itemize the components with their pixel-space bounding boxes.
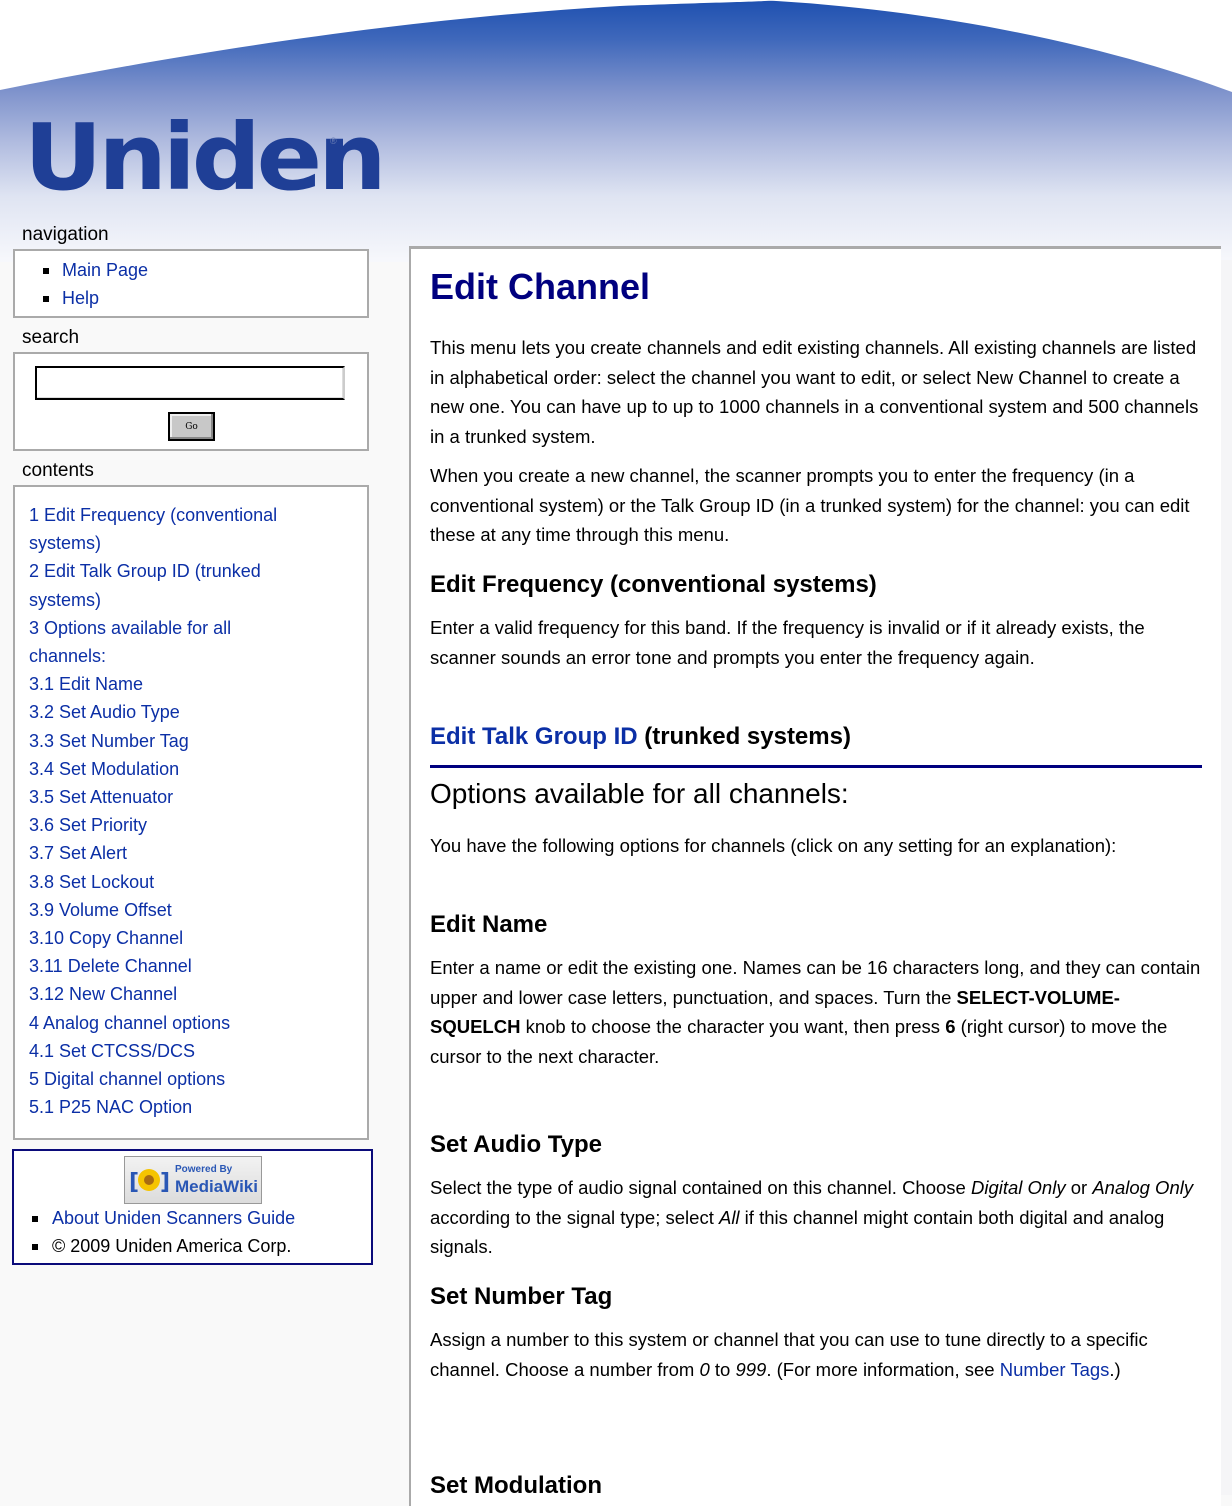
set-number-tag-body: Assign a number to this system or channe… — [430, 1325, 1205, 1384]
option-analog-only: Analog Only — [1092, 1177, 1194, 1198]
toc-item[interactable]: 5 Digital channel options — [29, 1065, 367, 1093]
nav-item-main-page[interactable]: Main Page — [15, 256, 367, 284]
toc-item[interactable]: 3.3 Set Number Tag — [29, 727, 367, 755]
options-body: You have the following options for chann… — [430, 835, 1117, 856]
toc-item[interactable]: 3.4 Set Modulation — [29, 755, 367, 783]
search-input[interactable] — [35, 366, 345, 400]
edit-talk-group-heading: Edit Talk Group ID (trunked systems) — [430, 723, 851, 751]
options-heading: Options available for all channels: — [430, 778, 849, 809]
navigation-title: navigation — [22, 224, 109, 245]
toc-item[interactable]: 2 Edit Talk Group ID (trunked — [29, 557, 367, 585]
go-button[interactable]: Go — [168, 412, 215, 441]
footer-portlet: [ ] Powered By MediaWiki About Uniden Sc… — [12, 1149, 373, 1265]
option-digital-only: Digital Only — [970, 1177, 1066, 1198]
set-number-tag-heading: Set Number Tag — [430, 1283, 613, 1310]
toc-item[interactable]: 4 Analog channel options — [29, 1009, 367, 1037]
svg-text:]: ] — [160, 1170, 169, 1195]
toc-item[interactable]: 3.7 Set Alert — [29, 839, 367, 867]
footer-item-about[interactable]: About Uniden Scanners Guide — [14, 1204, 371, 1232]
toc-item[interactable]: 3 Options available for all — [29, 614, 367, 642]
number-tag-text-3: . (For more information, see — [766, 1358, 1000, 1380]
footer-item-copyright: © 2009 Uniden America Corp. — [14, 1232, 371, 1260]
search-title: search — [22, 327, 80, 348]
section-divider — [430, 765, 1202, 768]
set-audio-type-heading: Set Audio Type — [430, 1131, 603, 1158]
set-audio-type-body: Select the type of audio signal containe… — [430, 1173, 1205, 1262]
number-tags-link[interactable]: Number Tags — [1000, 1359, 1110, 1380]
set-modulation-heading: Set Modulation — [430, 1472, 602, 1499]
edit-name-text-2: knob to choose the character you want, t… — [520, 1016, 946, 1038]
edit-talk-group-heading-rest: (trunked systems) — [637, 723, 851, 750]
edit-frequency-body: Enter a valid frequency for this band. I… — [430, 617, 1145, 668]
bullet-icon — [32, 1244, 38, 1250]
toc-item[interactable]: channels: — [29, 642, 367, 670]
right-margin — [1221, 260, 1232, 1495]
intro-paragraph-2: When you create a new channel, the scann… — [430, 465, 1190, 546]
bullet-icon — [43, 268, 49, 274]
edit-talk-group-link[interactable]: Edit Talk Group ID — [430, 723, 638, 750]
edit-name-body: Enter a name or edit the existing one. N… — [430, 953, 1205, 1071]
toc-item[interactable]: 3.12 New Channel — [29, 980, 367, 1008]
powered-by-mediawiki-badge[interactable]: [ ] Powered By MediaWiki — [124, 1156, 262, 1204]
navigation-portlet: Main Page Help — [13, 249, 369, 318]
edit-frequency-heading: Edit Frequency (conventional systems) — [430, 571, 877, 598]
nav-link-help[interactable]: Help — [62, 288, 99, 308]
bullet-icon — [43, 296, 49, 302]
toc-item[interactable]: 3.2 Set Audio Type — [29, 698, 367, 726]
toc-item[interactable]: 3.9 Volume Offset — [29, 896, 367, 924]
main-content: Edit Channel This menu lets you create c… — [409, 246, 1221, 1506]
uniden-logo[interactable]: Uniden — [24, 112, 387, 204]
key-name: 6 — [945, 1016, 956, 1038]
contents-title: contents — [22, 460, 94, 481]
toc-item[interactable]: 5.1 P25 NAC Option — [29, 1093, 367, 1121]
bullet-icon — [32, 1216, 38, 1222]
audio-text-3: according to the signal type; select — [430, 1206, 719, 1228]
sunflower-icon: [ ] — [129, 1160, 170, 1200]
number-tag-text-2: to — [709, 1358, 736, 1380]
badge-big-text: MediaWiki — [175, 1177, 258, 1196]
toc-item[interactable]: 3.8 Set Lockout — [29, 868, 367, 896]
number-min: 0 — [699, 1358, 710, 1380]
intro-paragraph-1: This menu lets you create channels and e… — [430, 337, 1199, 447]
svg-text:[: [ — [129, 1170, 139, 1195]
toc-item[interactable]: 3.10 Copy Channel — [29, 924, 367, 952]
registered-mark: ® — [330, 136, 337, 146]
nav-item-help[interactable]: Help — [15, 284, 367, 312]
toc-item[interactable]: 3.6 Set Priority — [29, 811, 367, 839]
contents-portlet: 1 Edit Frequency (conventional systems) … — [13, 485, 369, 1140]
toc-item[interactable]: 3.5 Set Attenuator — [29, 783, 367, 811]
header-banner: Uniden ® — [0, 0, 1232, 262]
badge-small-text: Powered By — [175, 1164, 233, 1175]
toc-item[interactable]: 3.1 Edit Name — [29, 670, 367, 698]
toc-item[interactable]: 3.11 Delete Channel — [29, 952, 367, 980]
audio-text-2: or — [1065, 1177, 1093, 1198]
number-max: 999 — [735, 1358, 767, 1380]
toc-item[interactable]: 4.1 Set CTCSS/DCS — [29, 1037, 367, 1065]
search-portlet: Go — [13, 352, 369, 451]
edit-name-heading: Edit Name — [430, 911, 548, 938]
copyright-text: © 2009 Uniden America Corp. — [52, 1236, 292, 1256]
number-tag-text-4: .) — [1109, 1358, 1121, 1380]
toc-item[interactable]: 1 Edit Frequency (conventional — [29, 501, 367, 529]
page-title: Edit Channel — [430, 266, 651, 307]
audio-text-1: Select the type of audio signal containe… — [430, 1177, 971, 1198]
about-link[interactable]: About Uniden Scanners Guide — [52, 1208, 295, 1228]
nav-link-main-page[interactable]: Main Page — [62, 260, 148, 280]
toc-item[interactable]: systems) — [29, 529, 367, 557]
option-all: All — [718, 1206, 740, 1228]
toc-item[interactable]: systems) — [29, 586, 367, 614]
